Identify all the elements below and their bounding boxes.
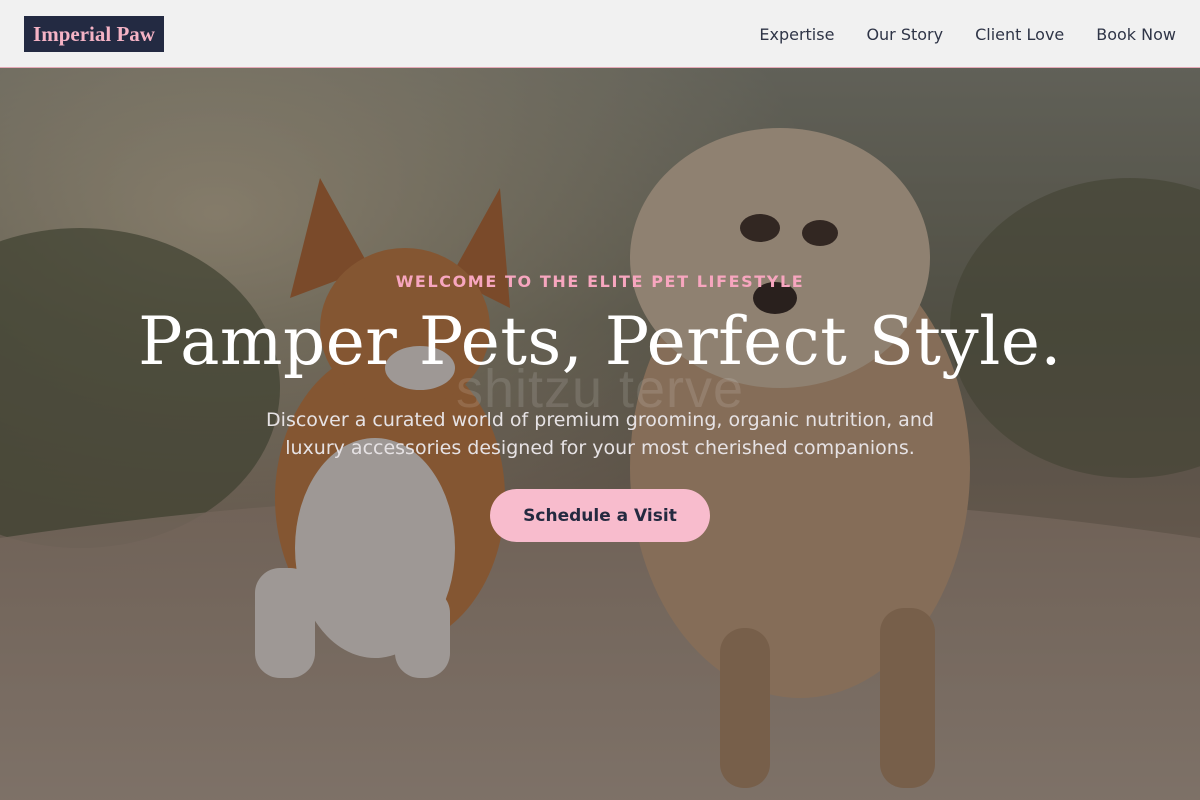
site-header: Imperial Paw Expertise Our Story Client … — [0, 0, 1200, 68]
hero-subtext: Discover a curated world of premium groo… — [266, 409, 934, 459]
hero-headline: Pamper Pets, Perfect Style. — [138, 303, 1062, 380]
logo[interactable]: Imperial Paw — [24, 16, 164, 52]
hero-eyebrow: WELCOME TO THE ELITE PET LIFESTYLE — [395, 272, 805, 291]
schedule-visit-button[interactable]: Schedule a Visit — [490, 489, 710, 542]
nav-link-book-now[interactable]: Book Now — [1096, 25, 1176, 44]
hero-section: shitzu terve WELCOME TO THE ELITE PET LI… — [0, 68, 1200, 800]
nav-link-expertise[interactable]: Expertise — [759, 25, 834, 44]
main-nav: Expertise Our Story Client Love Book Now — [759, 0, 1176, 68]
nav-link-our-story[interactable]: Our Story — [866, 25, 943, 44]
nav-link-client-love[interactable]: Client Love — [975, 25, 1064, 44]
